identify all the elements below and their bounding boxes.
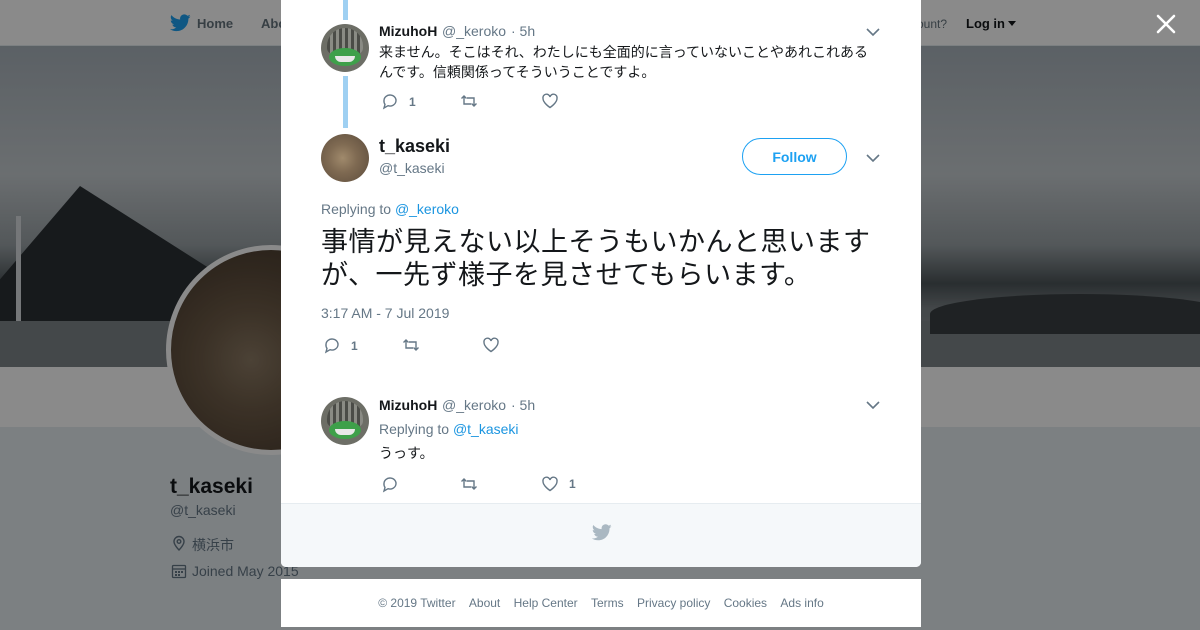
thread-connector — [343, 0, 348, 20]
replying-to-link[interactable]: @t_kaseki — [453, 421, 519, 437]
footer-cookies-link[interactable]: Cookies — [724, 596, 767, 610]
footer-privacy-link[interactable]: Privacy policy — [637, 596, 710, 610]
tweet-time[interactable]: · 5h — [511, 23, 535, 39]
tweet-text: 来ません。そこはそれ、わたしにも全面的に言っていないことやあれこれある んです。… — [379, 42, 868, 82]
heart-icon[interactable] — [541, 475, 559, 493]
site-footer: © 2019 Twitter About Help Center Terms P… — [281, 579, 921, 627]
twitter-bird-icon — [592, 524, 612, 541]
replying-to-label: Replying to — [379, 421, 453, 437]
footer-terms-link[interactable]: Terms — [591, 596, 624, 610]
follow-button[interactable]: Follow — [742, 138, 847, 175]
footer-copyright: © 2019 Twitter — [378, 596, 456, 610]
replying-to-label: Replying to — [321, 201, 395, 217]
footer-ads-link[interactable]: Ads info — [780, 596, 823, 610]
replying-to-link[interactable]: @_keroko — [395, 201, 459, 217]
tweet-author-handle[interactable]: @_keroko — [442, 397, 506, 413]
tweet-text: うっす。 — [379, 445, 434, 461]
chevron-down-icon[interactable] — [866, 27, 880, 37]
avatar[interactable] — [321, 134, 369, 182]
footer-about-link[interactable]: About — [469, 596, 500, 610]
tweet-author-handle[interactable]: @t_kaseki — [379, 160, 445, 176]
footer-help-link[interactable]: Help Center — [514, 596, 578, 610]
tweet-author-handle[interactable]: @_keroko — [442, 23, 506, 39]
tweet-author-name[interactable]: t_kaseki — [379, 136, 450, 157]
replying-to: Replying to @t_kaseki — [379, 421, 519, 437]
tweet-text-line: んです。信頼関係ってそういうことですよ。 — [379, 64, 656, 80]
reply-count: 1 — [409, 95, 416, 109]
reply-icon[interactable] — [381, 92, 399, 110]
tweet-author-name[interactable]: MizuhoH — [379, 397, 437, 413]
main-tweet-text: 事情が見えない以上そうもいかんと思いますが、一先ず様子を見させてもらいます。 — [321, 227, 871, 290]
footer-links: © 2019 Twitter About Help Center Terms P… — [281, 596, 921, 610]
chevron-down-icon[interactable] — [866, 400, 880, 410]
retweet-icon[interactable] — [460, 92, 478, 110]
retweet-icon[interactable] — [460, 475, 478, 493]
like-count: 1 — [569, 477, 576, 491]
avatar[interactable] — [321, 397, 369, 445]
reply-icon[interactable] — [381, 475, 399, 493]
retweet-icon[interactable] — [402, 336, 420, 354]
thread-connector — [343, 76, 348, 128]
reply-count: 1 — [351, 339, 358, 353]
tweet-timestamp[interactable]: 3:17 AM - 7 Jul 2019 — [321, 305, 449, 321]
tweet-time[interactable]: · 5h — [511, 397, 535, 413]
heart-icon[interactable] — [541, 92, 559, 110]
tweet-author-name[interactable]: MizuhoH — [379, 23, 437, 39]
chevron-down-icon[interactable] — [866, 153, 880, 163]
close-icon[interactable] — [1152, 10, 1180, 38]
replying-to: Replying to @_keroko — [321, 201, 459, 217]
tweet-modal: MizuhoH @_keroko · 5h 来ません。そこはそれ、わたしにも全面… — [281, 0, 921, 567]
heart-icon[interactable] — [482, 336, 500, 354]
reply-icon[interactable] — [323, 336, 341, 354]
avatar[interactable] — [321, 24, 369, 72]
modal-footer — [281, 503, 921, 567]
tweet-text-line: 来ません。そこはそれ、わたしにも全面的に言っていないことやあれこれある — [379, 44, 869, 60]
